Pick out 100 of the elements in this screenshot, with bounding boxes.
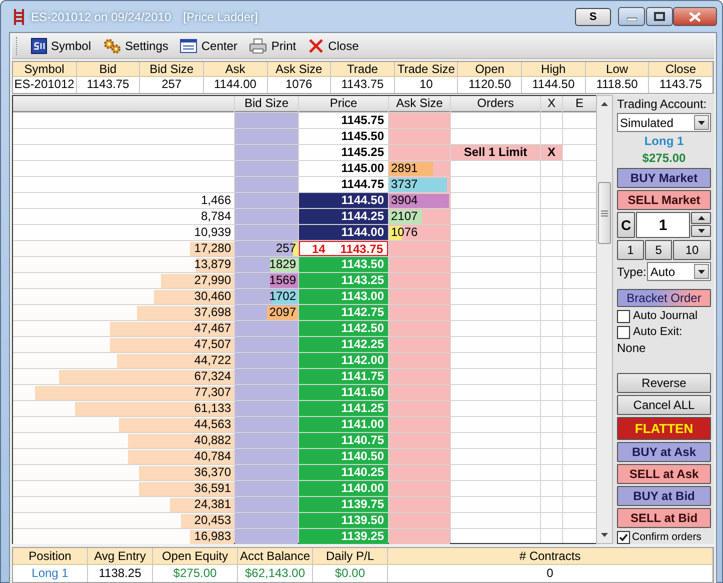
bid-size-cell[interactable]	[235, 145, 298, 160]
ask-size-cell[interactable]	[389, 449, 450, 464]
sell-order-button[interactable]: SELL at Ask	[617, 464, 711, 484]
ask-size-cell[interactable]	[389, 401, 450, 416]
column-header: Trade	[331, 62, 395, 77]
ask-size-cell[interactable]	[389, 145, 450, 160]
bid-size-cell[interactable]	[235, 337, 298, 352]
sell-order-button[interactable]: SELL at Bid	[617, 508, 711, 528]
price-cell[interactable]: 1144.25	[299, 209, 388, 224]
ask-size-cell[interactable]	[389, 353, 450, 368]
ask-size-cell[interactable]	[389, 273, 450, 288]
spin-up-button[interactable]	[691, 212, 711, 224]
ask-size-cell[interactable]: 3904	[389, 193, 450, 208]
ask-size-cell[interactable]	[389, 113, 450, 128]
bid-size-cell[interactable]	[235, 177, 298, 192]
scroll-down-icon[interactable]	[601, 533, 608, 537]
quantity-preset-button[interactable]: 5	[645, 240, 672, 260]
bid-size-cell[interactable]	[235, 113, 298, 128]
bid-size-cell[interactable]	[235, 209, 298, 224]
position-cell: Long 1	[13, 565, 88, 582]
ask-size-cell[interactable]: 2891	[389, 161, 450, 176]
ask-size-cell[interactable]	[389, 465, 450, 480]
checkbox[interactable]	[617, 326, 630, 338]
buy-order-button[interactable]: BUY at Bid	[617, 486, 711, 506]
bid-size-cell[interactable]	[235, 129, 298, 144]
bid-size-cell[interactable]	[235, 161, 298, 176]
price-cell[interactable]: 1144.50	[299, 193, 388, 208]
ask-size-cell[interactable]	[389, 337, 450, 352]
maximize-button[interactable]	[646, 7, 673, 26]
center-button[interactable]: Center	[180, 39, 238, 53]
bid-size-cell[interactable]: 1569	[235, 273, 298, 288]
ask-size-cell[interactable]	[389, 305, 450, 320]
bid-size-cell[interactable]: 257	[235, 241, 298, 256]
ask-size-cell[interactable]	[389, 241, 450, 256]
ask-size-cell[interactable]: 3737	[389, 177, 450, 192]
bid-size-cell[interactable]	[235, 225, 298, 240]
ask-size-cell[interactable]	[389, 513, 450, 528]
bid-size-cell[interactable]	[235, 369, 298, 384]
quantity-preset-button[interactable]: 1	[617, 240, 644, 260]
settings-button[interactable]: Settings	[103, 38, 168, 54]
bid-size-cell[interactable]	[235, 401, 298, 416]
ask-size-cell[interactable]	[389, 129, 450, 144]
bid-size-cell[interactable]	[235, 513, 298, 528]
position-cell: $62,143.00	[238, 565, 313, 582]
bid-size-cell[interactable]	[235, 433, 298, 448]
price-cell[interactable]: 1144.00	[299, 225, 388, 240]
order-label[interactable]: Sell 1 Limit	[451, 145, 540, 160]
spin-down-button[interactable]	[691, 225, 711, 237]
close-button[interactable]: Close	[308, 38, 359, 54]
buy-order-button[interactable]: BUY at Ask	[617, 442, 711, 462]
scrollbar[interactable]	[596, 95, 613, 544]
bid-size-cell[interactable]	[235, 465, 298, 480]
scrollbar-thumb[interactable]	[598, 182, 612, 244]
flatten-order-button[interactable]: FLATTEN	[617, 417, 711, 440]
bid-size-cell[interactable]	[235, 481, 298, 496]
sell-order-button[interactable]: SELL Market	[617, 190, 711, 210]
ask-size-cell[interactable]	[389, 433, 450, 448]
ask-size-cell[interactable]	[389, 481, 450, 496]
order-type-dropdown[interactable]: Auto	[647, 262, 711, 281]
bid-size-cell[interactable]: 2097	[235, 305, 298, 320]
checkbox[interactable]	[617, 310, 630, 322]
ask-size-cell[interactable]: 2107	[389, 209, 450, 224]
neutral-order-button[interactable]: Reverse	[617, 373, 711, 393]
ask-size-cell[interactable]	[389, 417, 450, 432]
scroll-up-icon[interactable]	[601, 102, 608, 106]
neutral-order-button[interactable]: Cancel ALL	[617, 395, 711, 415]
ask-size-cell[interactable]: 1076	[389, 225, 450, 240]
bid-size-cell[interactable]	[235, 417, 298, 432]
cancel-order-button[interactable]: X	[541, 145, 562, 160]
bid-size-cell[interactable]	[235, 321, 298, 336]
ask-size-cell[interactable]	[389, 369, 450, 384]
ask-size-cell[interactable]	[389, 257, 450, 272]
symbol-button[interactable]: Symbol	[31, 38, 92, 54]
buy-order-button[interactable]: BUY Market	[617, 168, 711, 188]
bracket-order-button[interactable]: Bracket Order	[617, 289, 711, 307]
ask-size-cell[interactable]	[389, 289, 450, 304]
volume-text: 30,460	[194, 289, 232, 304]
bid-size-cell[interactable]	[235, 353, 298, 368]
minimize-button[interactable]	[618, 7, 645, 26]
bid-size-cell[interactable]: 1829	[235, 257, 298, 272]
quantity-preset-button[interactable]: 10	[673, 240, 711, 260]
column-header: Orders	[451, 96, 540, 112]
bid-size-cell[interactable]: 1702	[235, 289, 298, 304]
bid-size-cell[interactable]	[235, 529, 298, 544]
checkbox[interactable]	[617, 530, 630, 544]
ask-size-cell[interactable]	[389, 497, 450, 512]
close-button[interactable]	[673, 7, 717, 26]
last-price-cell[interactable]: 14 1143.75	[299, 241, 388, 256]
print-button[interactable]: Print	[249, 38, 296, 54]
s-button[interactable]: S	[575, 8, 611, 26]
ask-size-cell[interactable]	[389, 529, 450, 544]
ask-size-cell[interactable]	[389, 385, 450, 400]
bid-size-cell[interactable]	[235, 449, 298, 464]
bid-size-cell[interactable]	[235, 385, 298, 400]
account-dropdown[interactable]: Simulated	[617, 113, 711, 132]
clear-quantity-button[interactable]: C	[617, 212, 635, 238]
bid-size-cell[interactable]	[235, 193, 298, 208]
quantity-field[interactable]: 1	[636, 212, 690, 238]
ask-size-cell[interactable]	[389, 321, 450, 336]
bid-size-cell[interactable]	[235, 497, 298, 512]
